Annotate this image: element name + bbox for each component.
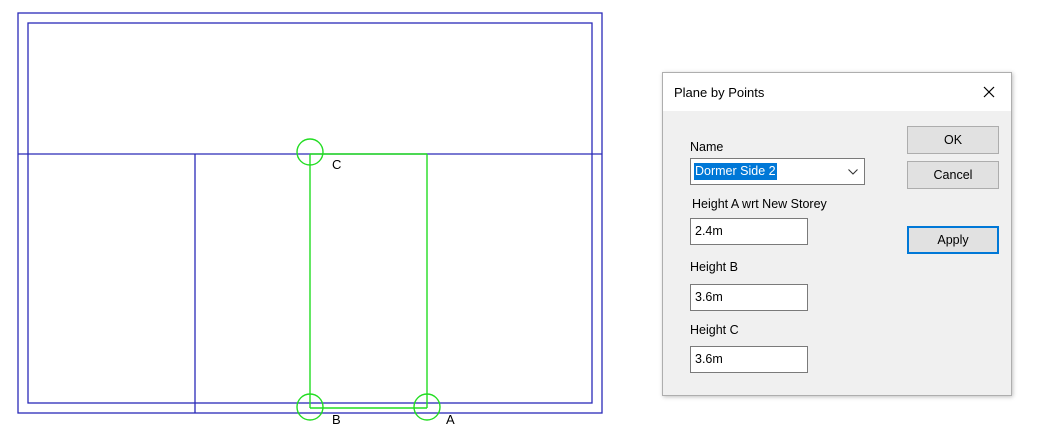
close-button[interactable] xyxy=(967,73,1011,111)
close-icon xyxy=(983,86,995,98)
drawing-canvas[interactable]: C B A xyxy=(0,0,640,444)
point-c-label: C xyxy=(332,157,341,172)
height-c-label: Height C xyxy=(690,323,739,337)
ok-button[interactable]: OK xyxy=(907,126,999,154)
height-b-field[interactable]: 3.6m xyxy=(690,284,808,311)
name-label: Name xyxy=(690,140,724,154)
name-combobox-value: Dormer Side 2 xyxy=(694,163,777,180)
plane-by-points-dialog: Plane by Points Name Dormer Side 2 Heigh… xyxy=(662,72,1012,396)
dialog-titlebar[interactable]: Plane by Points xyxy=(663,73,1011,111)
height-a-field[interactable]: 2.4m xyxy=(690,218,808,245)
point-a-label: A xyxy=(446,412,455,427)
height-c-field[interactable]: 3.6m xyxy=(690,346,808,373)
height-b-label: Height B xyxy=(690,260,738,274)
plane-outline xyxy=(309,153,428,409)
apply-button[interactable]: Apply xyxy=(907,226,999,254)
height-a-label: Height A wrt New Storey xyxy=(692,197,827,211)
cancel-button[interactable]: Cancel xyxy=(907,161,999,189)
dialog-title: Plane by Points xyxy=(674,85,765,100)
chevron-down-icon[interactable] xyxy=(844,162,862,182)
name-combobox[interactable]: Dormer Side 2 xyxy=(690,158,865,185)
point-b-label: B xyxy=(332,412,341,427)
